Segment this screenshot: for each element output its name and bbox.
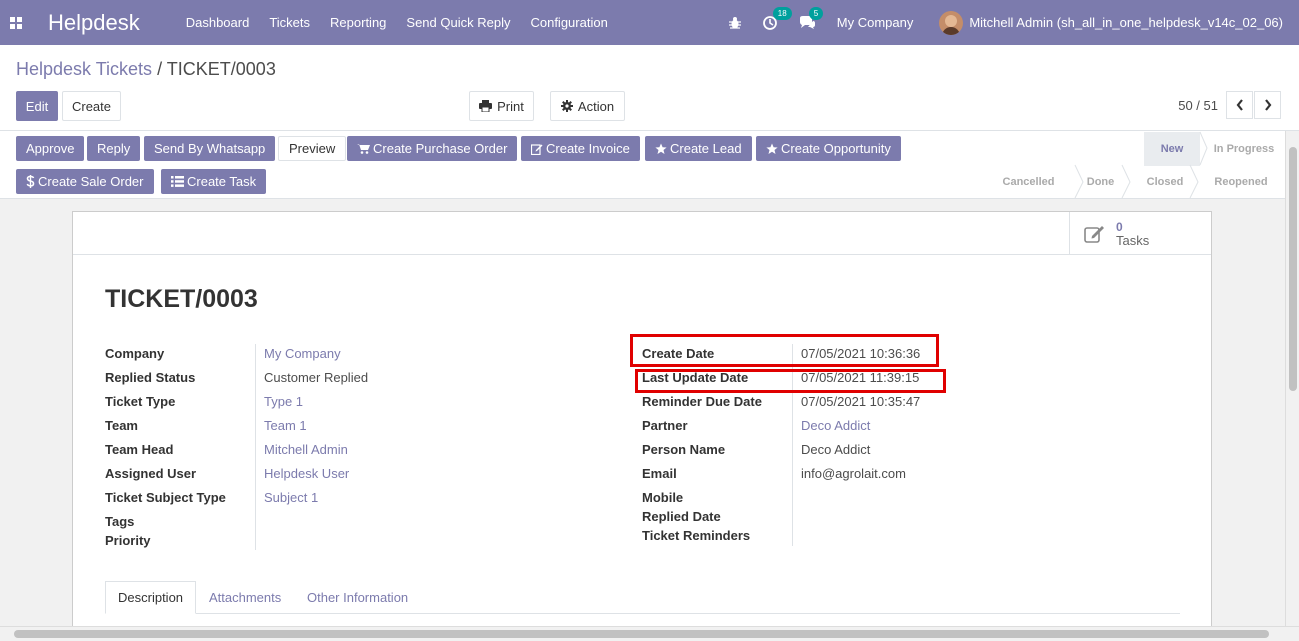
person-name-label: Person Name bbox=[642, 442, 726, 457]
ticket-type-label: Ticket Type bbox=[105, 394, 176, 409]
company-switcher[interactable]: My Company bbox=[837, 15, 914, 30]
edit-button[interactable]: Edit bbox=[16, 91, 58, 121]
debug-bug-icon[interactable] bbox=[728, 16, 741, 29]
horizontal-scrollbar-thumb[interactable] bbox=[14, 630, 1269, 638]
company-value-link[interactable]: My Company bbox=[264, 346, 341, 361]
assigned-user-label: Assigned User bbox=[105, 466, 197, 481]
team-head-value-link[interactable]: Mitchell Admin bbox=[264, 442, 348, 457]
ticket-title: TICKET/0003 bbox=[105, 285, 258, 313]
tasks-count: 0 bbox=[1116, 219, 1123, 234]
tasks-smart-button[interactable]: 0 Tasks bbox=[1069, 212, 1211, 255]
horizontal-scrollbar[interactable] bbox=[0, 626, 1299, 641]
reminder-due-date-value: 07/05/2021 10:35:47 bbox=[801, 394, 921, 409]
breadcrumb-current: TICKET/0003 bbox=[166, 59, 276, 79]
menu-send-quick-reply[interactable]: Send Quick Reply bbox=[406, 15, 510, 30]
company-label: Company bbox=[105, 346, 165, 361]
action-button[interactable]: Action bbox=[550, 91, 625, 121]
message-count-badge: 5 bbox=[808, 6, 824, 20]
team-value-link[interactable]: Team 1 bbox=[264, 418, 307, 433]
tab-description[interactable]: Description bbox=[105, 581, 197, 614]
edit-pencil-icon bbox=[1084, 225, 1104, 243]
action-label: Action bbox=[577, 98, 615, 114]
pager-previous-button[interactable] bbox=[1226, 91, 1253, 119]
app-brand[interactable]: Helpdesk bbox=[48, 10, 140, 36]
gear-icon bbox=[560, 100, 573, 112]
left-column-separator bbox=[255, 344, 256, 550]
user-avatar bbox=[939, 10, 964, 35]
form-statusbar: Approve Reply Send By Whatsapp Preview C… bbox=[0, 131, 1299, 199]
vertical-scrollbar-thumb[interactable] bbox=[1289, 147, 1297, 391]
email-label: Email bbox=[642, 466, 677, 481]
chevron-left-icon bbox=[1236, 99, 1243, 111]
create-date-highlight-box bbox=[630, 334, 939, 367]
smart-button-box: 0 Tasks bbox=[73, 212, 1211, 255]
stage-separators bbox=[1074, 131, 1208, 199]
menu-reporting[interactable]: Reporting bbox=[330, 15, 386, 30]
priority-label: Priority bbox=[105, 533, 151, 548]
tags-label: Tags bbox=[105, 514, 135, 529]
tab-other-information[interactable]: Other Information bbox=[295, 581, 420, 614]
form-sheet: 0 Tasks TICKET/0003 Company My Company R… bbox=[72, 211, 1212, 631]
ticket-type-value-link[interactable]: Type 1 bbox=[264, 394, 303, 409]
email-value: info@agrolait.com bbox=[801, 466, 906, 481]
mobile-label: Mobile bbox=[642, 490, 684, 505]
menu-dashboard[interactable]: Dashboard bbox=[186, 15, 250, 30]
last-update-date-highlight-box bbox=[635, 369, 946, 393]
ticket-subject-type-label: Ticket Subject Type bbox=[105, 490, 226, 505]
ticket-subject-type-value-link[interactable]: Subject 1 bbox=[264, 490, 318, 505]
team-head-label: Team Head bbox=[105, 442, 174, 457]
user-name: Mitchell Admin (sh_all_in_one_helpdesk_v… bbox=[969, 15, 1283, 30]
breadcrumb-parent-link[interactable]: Helpdesk Tickets bbox=[16, 59, 152, 79]
chevron-right-icon bbox=[1264, 99, 1271, 111]
person-name-value: Deco Addict bbox=[801, 442, 871, 457]
main-menu: Dashboard Tickets Reporting Send Quick R… bbox=[186, 15, 628, 30]
partner-label: Partner bbox=[642, 418, 688, 433]
reminder-due-date-label: Reminder Due Date bbox=[642, 394, 762, 409]
partner-value-link[interactable]: Deco Addict bbox=[801, 418, 870, 433]
navbar-systray: 18 5 My Company Mitchell Admin (sh_all_i… bbox=[728, 0, 1299, 45]
print-button[interactable]: Print bbox=[469, 91, 534, 121]
notebook-tabs: Description Attachments Other Informatio… bbox=[105, 581, 1180, 614]
print-label: Print bbox=[497, 98, 524, 114]
user-menu[interactable]: Mitchell Admin (sh_all_in_one_helpdesk_v… bbox=[939, 10, 1283, 35]
control-panel: Helpdesk Tickets / TICKET/0003 Edit Crea… bbox=[0, 45, 1299, 131]
ticket-reminders-label: Ticket Reminders bbox=[642, 528, 751, 543]
top-navbar: Helpdesk Dashboard Tickets Reporting Sen… bbox=[0, 0, 1299, 45]
activity-count-badge: 18 bbox=[772, 6, 792, 20]
menu-tickets[interactable]: Tickets bbox=[269, 15, 310, 30]
messages-chat-icon[interactable]: 5 bbox=[799, 6, 824, 30]
breadcrumb: Helpdesk Tickets / TICKET/0003 bbox=[16, 59, 276, 80]
print-icon bbox=[479, 100, 493, 112]
activity-clock-icon[interactable]: 18 bbox=[762, 6, 792, 30]
pager-next-button[interactable] bbox=[1254, 91, 1281, 119]
replied-status-value: Customer Replied bbox=[264, 370, 369, 385]
pager-counter[interactable]: 50 / 51 bbox=[1178, 98, 1218, 113]
breadcrumb-separator: / bbox=[157, 59, 163, 79]
tab-attachments[interactable]: Attachments bbox=[197, 581, 293, 614]
team-label: Team bbox=[105, 418, 138, 433]
apps-menu-icon[interactable] bbox=[0, 0, 32, 45]
replied-date-label: Replied Date bbox=[642, 509, 721, 524]
replied-status-label: Replied Status bbox=[105, 370, 196, 385]
menu-configuration[interactable]: Configuration bbox=[530, 15, 607, 30]
vertical-scrollbar[interactable] bbox=[1285, 131, 1299, 626]
tasks-label: Tasks bbox=[1116, 232, 1150, 248]
create-button[interactable]: Create bbox=[62, 91, 121, 121]
assigned-user-value-link[interactable]: Helpdesk User bbox=[264, 466, 349, 481]
